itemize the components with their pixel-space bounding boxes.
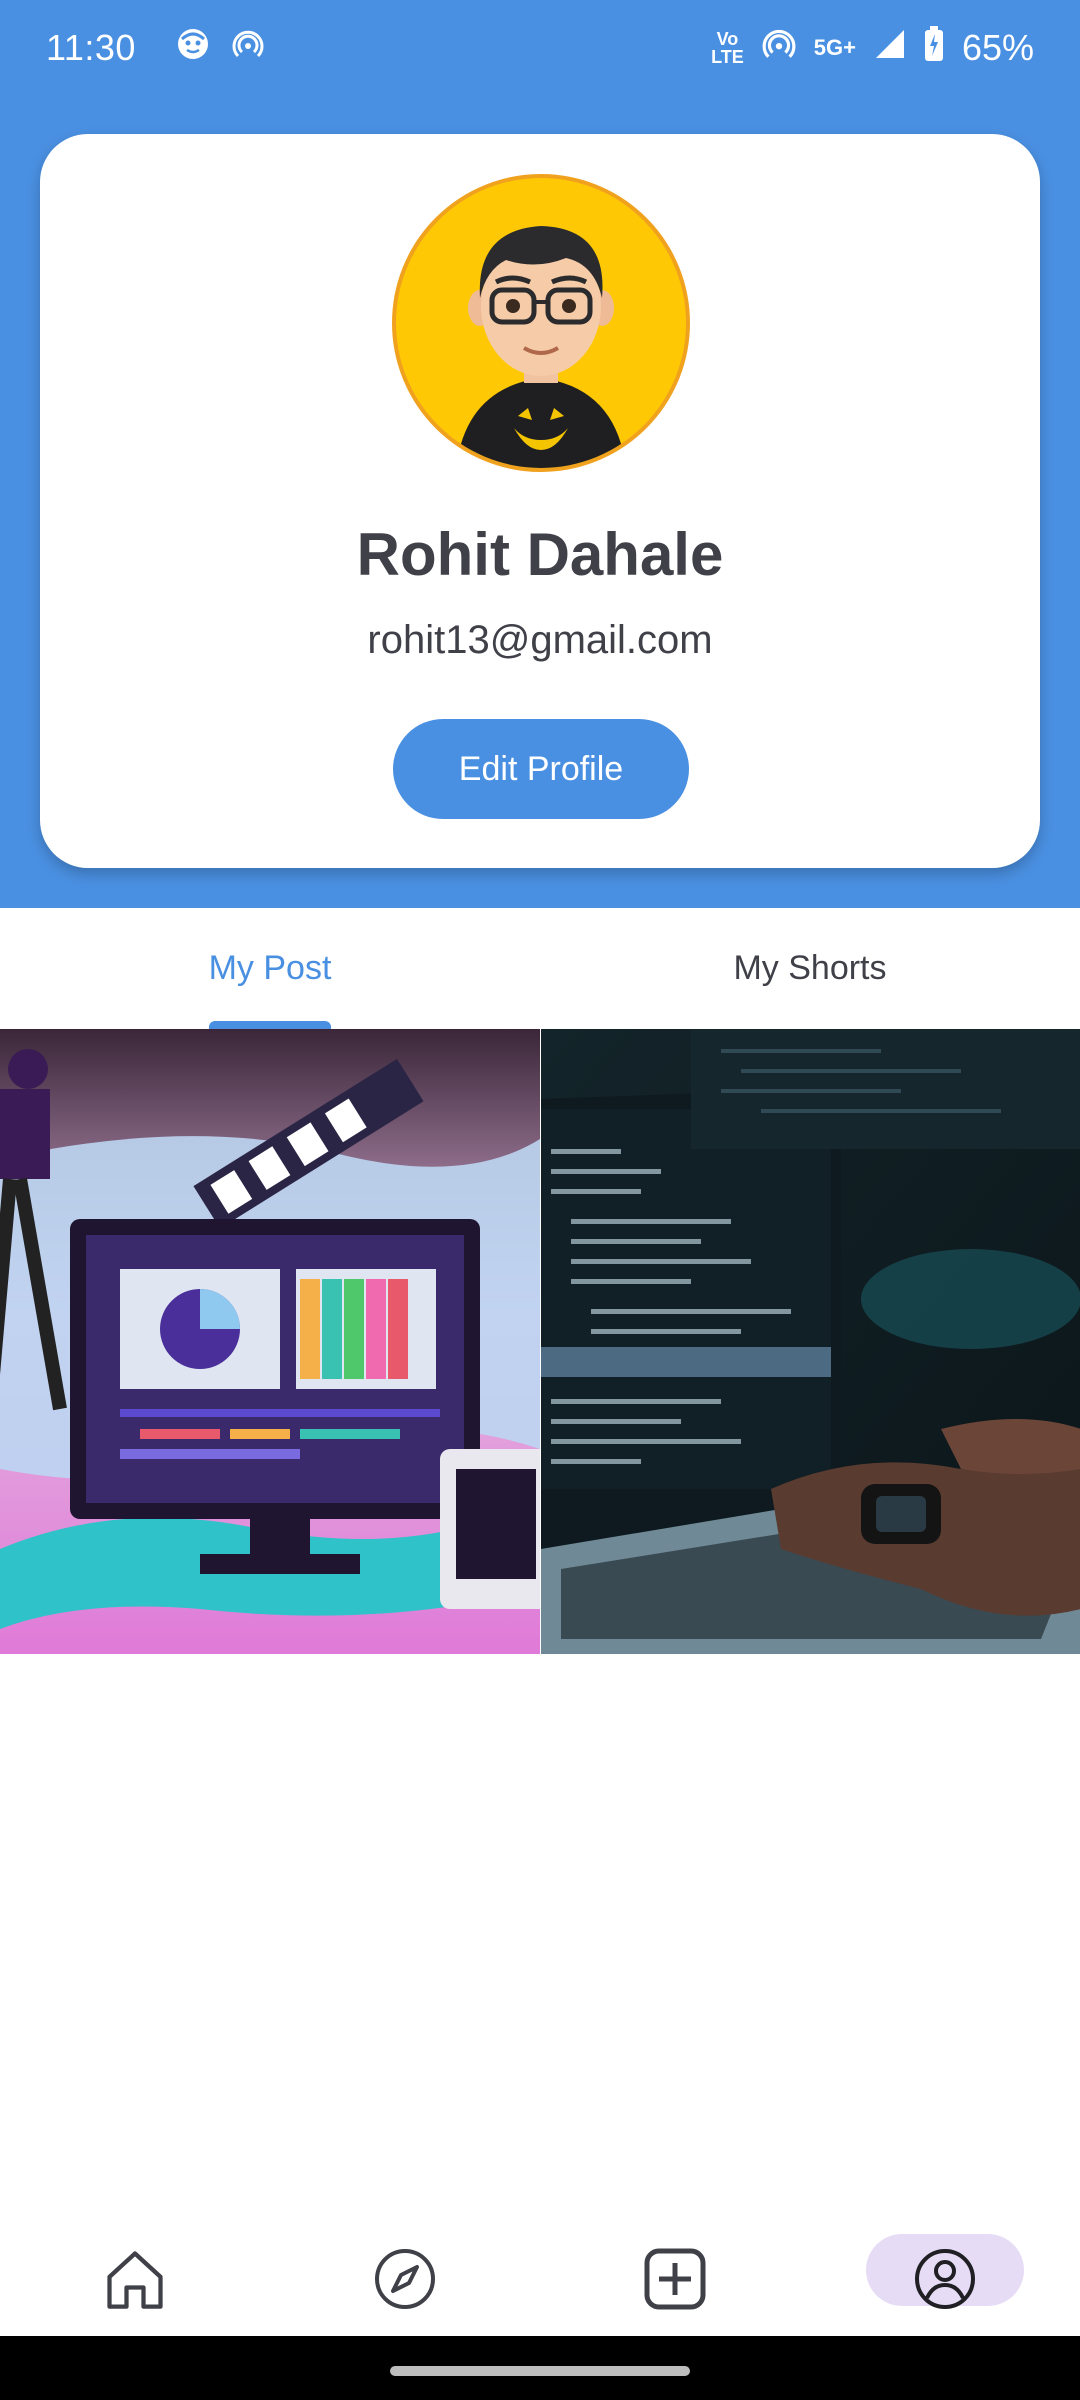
signal-icon xyxy=(874,28,906,69)
profile-card: Rohit Dahale rohit13@gmail.com Edit Prof… xyxy=(40,134,1040,868)
nav-create[interactable] xyxy=(630,2234,720,2324)
add-square-icon xyxy=(644,2248,706,2310)
avatar-icon[interactable] xyxy=(392,174,690,472)
hotspot-icon xyxy=(232,28,264,69)
nav-home[interactable] xyxy=(90,2234,180,2324)
wifi-calling-icon xyxy=(762,27,796,70)
edit-profile-button[interactable]: Edit Profile xyxy=(393,719,689,819)
battery-icon xyxy=(924,25,944,71)
volte-indicator: Vo LTE xyxy=(711,30,744,66)
status-left-icons xyxy=(176,27,264,70)
tab-my-post[interactable]: My Post xyxy=(0,908,540,1028)
laptop-code-icon xyxy=(541,1029,1080,1654)
tab-my-shorts[interactable]: My Shorts xyxy=(540,908,1080,1028)
gesture-navigation-bar xyxy=(0,2336,1080,2400)
compass-icon xyxy=(375,2249,435,2309)
bottom-navigation xyxy=(0,2220,1080,2340)
home-gesture-handle[interactable] xyxy=(390,2366,690,2376)
video-editing-post[interactable] xyxy=(0,1029,540,1654)
volte-top-text: Vo xyxy=(716,29,739,49)
status-time: 11:30 xyxy=(46,27,136,68)
network-type: 5G+ xyxy=(813,35,856,60)
battery-percentage: 65% xyxy=(961,27,1034,68)
profile-icon xyxy=(915,2249,975,2309)
status-right-icons: Vo LTE 5G+ 65% xyxy=(711,25,1034,71)
tab-active-indicator xyxy=(209,1021,331,1029)
home-icon xyxy=(107,2251,163,2309)
profile-tabs: My Post My Shorts xyxy=(0,908,1080,1028)
coding-laptop-post[interactable] xyxy=(540,1029,1080,1654)
nav-profile[interactable] xyxy=(900,2234,990,2324)
status-bar: 11:30 Vo LTE 5G+ 65% xyxy=(0,0,1080,96)
profile-name: Rohit Dahale xyxy=(356,521,724,588)
volte-bottom-text: LTE xyxy=(711,47,744,67)
video-editor-icon xyxy=(0,1029,540,1654)
nav-explore[interactable] xyxy=(360,2234,450,2324)
profile-email: rohit13@gmail.com xyxy=(367,618,713,662)
posts-grid xyxy=(0,1029,1080,1654)
face-icon xyxy=(176,27,210,70)
